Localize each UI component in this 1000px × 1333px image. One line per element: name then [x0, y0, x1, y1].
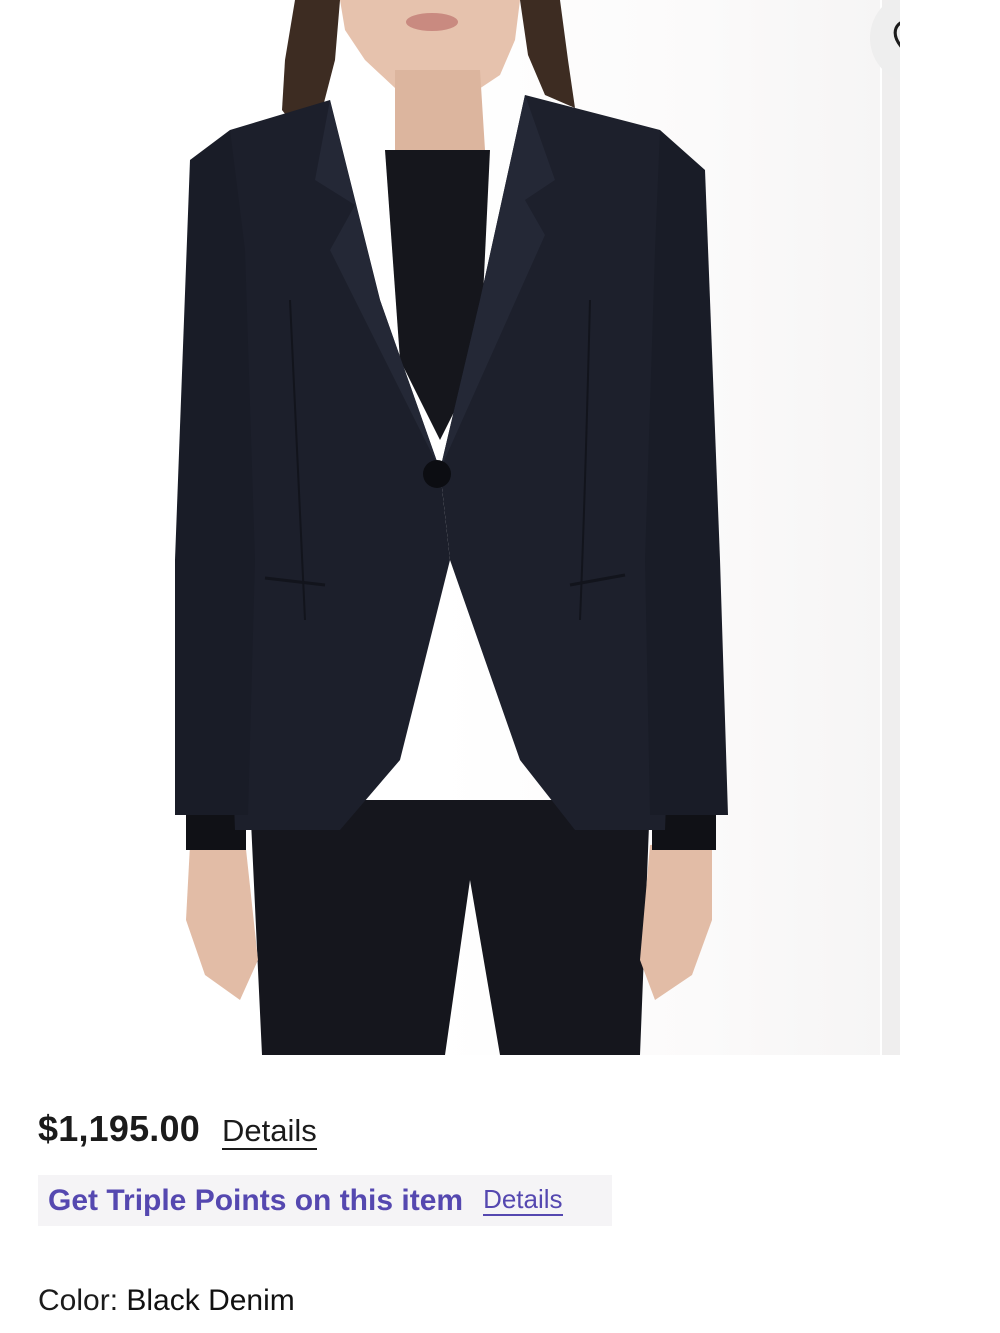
price-details-link[interactable]: Details	[221, 1114, 317, 1150]
promo-text: Get Triple Points on this item	[48, 1183, 464, 1217]
promo-details-link[interactable]: Details	[483, 1185, 563, 1216]
price-row: $1,195.00 Details	[38, 1108, 317, 1150]
product-photo	[175, 0, 728, 1055]
color-row: Color: Black Denim	[38, 1284, 295, 1318]
product-price: $1,195.00	[38, 1108, 200, 1149]
product-image-gallery[interactable]	[0, 0, 900, 1055]
color-label: Color:	[38, 1284, 119, 1317]
heart-icon	[893, 21, 900, 48]
color-value: Black Denim	[126, 1284, 295, 1317]
product-page: $1,195.00 Details Get Triple Points on t…	[0, 0, 1000, 1333]
promo-banner: Get Triple Points on this item Details	[38, 1175, 612, 1226]
